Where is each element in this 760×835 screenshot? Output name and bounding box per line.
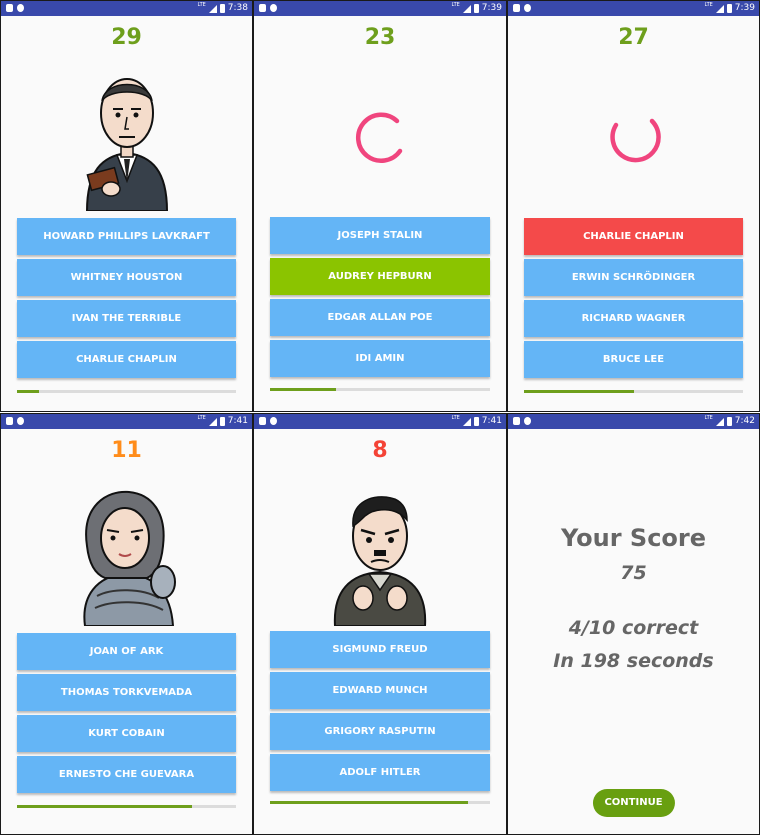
battery-icon — [219, 417, 225, 426]
answer-list: JOAN OF ARK THOMAS TORKVEMADA KURT COBAI… — [17, 633, 236, 797]
answer-button[interactable]: GRIGORY RASPUTIN — [270, 713, 490, 750]
signal-icon — [208, 417, 217, 426]
quiz-screen-3: LTE 7:39 27 CHARLIE CHAPLIN ERWIN SCHRÖDI… — [507, 0, 760, 412]
quiz-progress-bar — [270, 388, 490, 391]
signal-icon — [462, 417, 471, 426]
score-title: Your Score — [560, 524, 707, 552]
elapsed-time: In 198 seconds — [553, 650, 714, 672]
loading-spinner-icon — [609, 118, 661, 163]
answer-button[interactable]: SIGMUND FREUD — [270, 631, 490, 668]
notification-icon — [6, 4, 13, 12]
countdown-timer: 27 — [618, 25, 649, 50]
status-bar: LTE 7:39 — [508, 1, 759, 16]
network-type: LTE — [704, 415, 713, 421]
progress-fill — [17, 390, 39, 393]
status-time: 7:41 — [481, 416, 502, 426]
notification-icon — [6, 417, 13, 425]
status-bar: LTE 7:38 — [1, 1, 252, 16]
signal-icon — [715, 4, 724, 13]
notification-icon — [259, 4, 266, 12]
correct-count: 4/10 correct — [568, 617, 699, 639]
answer-button-correct[interactable]: AUDREY HEPBURN — [270, 258, 490, 295]
status-bar: LTE 7:39 — [254, 1, 506, 16]
quiz-screen-2: LTE 7:39 23 JOSEPH STALIN AUDREY HEPBURN … — [253, 0, 507, 412]
battery-icon — [219, 4, 225, 13]
answer-button[interactable]: THOMAS TORKVEMADA — [17, 674, 236, 711]
answer-button[interactable]: CHARLIE CHAPLIN — [17, 341, 236, 378]
signal-icon — [462, 4, 471, 13]
answer-button[interactable]: KURT COBAIN — [17, 715, 236, 752]
progress-fill — [270, 388, 336, 391]
result-screen: LTE 7:42 Your Score 75 4/10 correct In 19… — [507, 413, 760, 835]
signal-icon — [208, 4, 217, 13]
answer-button[interactable]: BRUCE LEE — [524, 341, 743, 378]
android-icon — [270, 4, 277, 12]
joan-of-arc-caricature-icon — [82, 490, 176, 626]
android-icon — [270, 417, 277, 425]
answer-button[interactable]: WHITNEY HOUSTON — [17, 259, 236, 296]
android-icon — [17, 4, 24, 12]
status-time: 7:39 — [481, 3, 502, 13]
progress-fill — [524, 390, 634, 393]
answer-button[interactable]: HOWARD PHILLIPS LAVKRAFT — [17, 218, 236, 255]
status-bar: LTE 7:41 — [254, 414, 506, 429]
status-time: 7:41 — [227, 416, 248, 426]
answer-button-wrong[interactable]: CHARLIE CHAPLIN — [524, 218, 743, 255]
countdown-timer: 29 — [111, 25, 142, 50]
answer-button[interactable]: IVAN THE TERRIBLE — [17, 300, 236, 337]
loading-spinner-icon — [356, 112, 403, 163]
network-type: LTE — [197, 415, 206, 421]
answer-button[interactable]: JOAN OF ARK — [17, 633, 236, 670]
answer-list: JOSEPH STALIN AUDREY HEPBURN EDGAR ALLAN… — [270, 217, 490, 381]
signal-icon — [715, 417, 724, 426]
battery-icon — [473, 417, 479, 426]
status-time: 7:38 — [227, 3, 248, 13]
answer-button[interactable]: ERNESTO CHE GUEVARA — [17, 756, 236, 793]
quiz-screen-4: LTE 7:41 11 JOAN OF ARK THOMAS TORKVEMADA… — [0, 413, 253, 835]
android-icon — [524, 4, 531, 12]
progress-fill — [17, 805, 193, 808]
notification-icon — [513, 417, 520, 425]
quiz-screen-1: LTE 7:38 29 HOWARD PHILLIPS LAVKRAFT WHIT… — [0, 0, 253, 412]
quiz-progress-bar — [17, 805, 236, 808]
battery-icon — [726, 417, 732, 426]
android-icon — [17, 417, 24, 425]
quiz-progress-bar — [17, 390, 236, 393]
answer-button[interactable]: RICHARD WAGNER — [524, 300, 743, 337]
battery-icon — [726, 4, 732, 13]
hitler-caricature-icon — [333, 496, 427, 626]
status-time: 7:39 — [734, 3, 755, 13]
score-value: 75 — [620, 562, 647, 584]
notification-icon — [259, 417, 266, 425]
countdown-timer: 23 — [364, 25, 396, 50]
lovecraft-caricature-icon — [85, 78, 168, 211]
answer-list: CHARLIE CHAPLIN ERWIN SCHRÖDINGER RICHAR… — [524, 218, 743, 382]
network-type: LTE — [704, 2, 713, 8]
status-time: 7:42 — [734, 416, 755, 426]
answer-button[interactable]: EDWARD MUNCH — [270, 672, 490, 709]
countdown-timer: 11 — [111, 438, 142, 463]
answer-button[interactable]: ADOLF HITLER — [270, 754, 490, 791]
network-type: LTE — [451, 2, 460, 8]
quiz-progress-bar — [270, 801, 490, 804]
android-icon — [524, 417, 531, 425]
quiz-progress-bar — [524, 390, 743, 393]
network-type: LTE — [197, 2, 206, 8]
countdown-timer: 8 — [372, 438, 388, 463]
answer-button[interactable]: JOSEPH STALIN — [270, 217, 490, 254]
notification-icon — [513, 4, 520, 12]
battery-icon — [473, 4, 479, 13]
progress-fill — [270, 801, 468, 804]
network-type: LTE — [451, 415, 460, 421]
answer-button[interactable]: EDGAR ALLAN POE — [270, 299, 490, 336]
continue-button[interactable]: CONTINUE — [592, 789, 675, 817]
status-bar: LTE 7:41 — [1, 414, 252, 429]
answer-button[interactable]: IDI AMIN — [270, 340, 490, 377]
answer-list: HOWARD PHILLIPS LAVKRAFT WHITNEY HOUSTON… — [17, 218, 236, 382]
answer-button[interactable]: ERWIN SCHRÖDINGER — [524, 259, 743, 296]
status-bar: LTE 7:42 — [508, 414, 759, 429]
answer-list: SIGMUND FREUD EDWARD MUNCH GRIGORY RASPU… — [270, 631, 490, 795]
quiz-screen-5: LTE 7:41 8 SIGMUND FREUD EDWARD MUNCH GRI… — [253, 413, 507, 835]
